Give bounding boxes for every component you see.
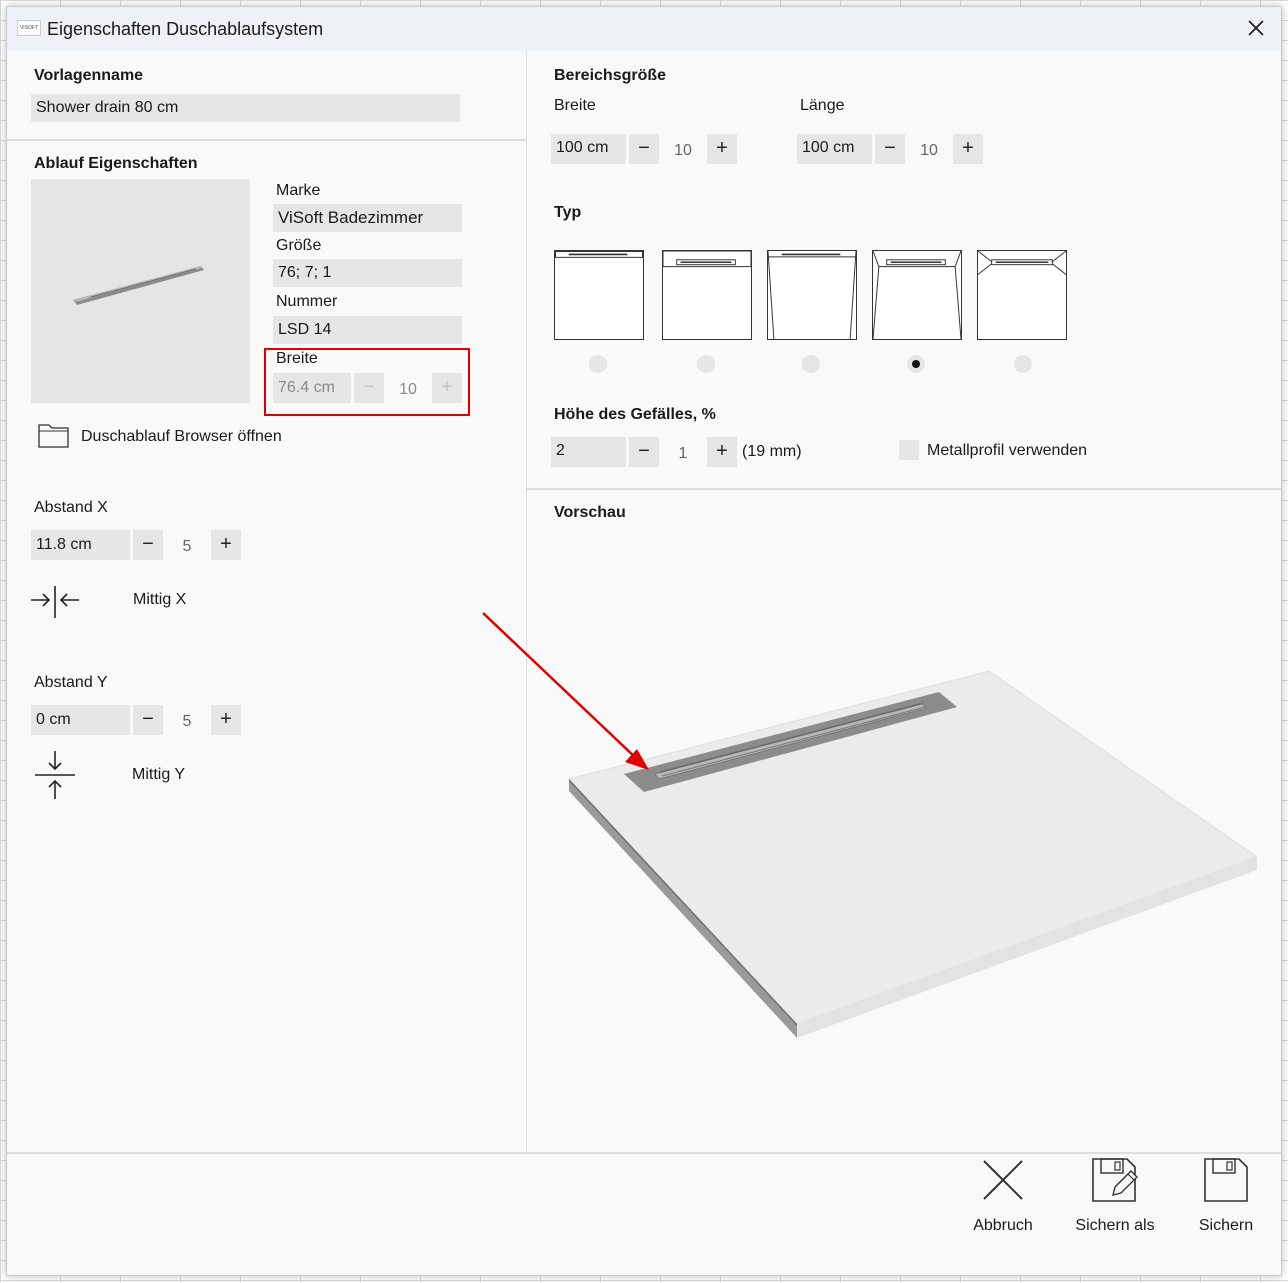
type-radio-5[interactable] (1014, 355, 1032, 373)
area-length-plus-button[interactable]: + (953, 134, 983, 164)
drain-width-label: Breite (276, 350, 318, 367)
slope-input[interactable]: 2 (551, 437, 626, 467)
template-divider (7, 139, 526, 141)
offset-x-input[interactable]: 11.8 cm (31, 530, 130, 560)
save-as-label: Sichern als (1075, 1217, 1155, 1234)
offset-y-minus-button[interactable]: − (133, 705, 163, 735)
save-as-icon (1092, 1158, 1138, 1202)
size-field: 76; 7; 1 (273, 259, 462, 287)
area-width-label: Breite (554, 97, 596, 114)
drain-width-input: 76.4 cm (273, 373, 351, 403)
folder-icon[interactable] (37, 421, 71, 449)
area-width-step: 10 (674, 142, 692, 159)
slope-plus-button[interactable]: + (707, 437, 737, 467)
brand-label: Marke (276, 182, 321, 199)
area-width-plus-button[interactable]: + (707, 134, 737, 164)
metal-profile-label: Metallprofil verwenden (927, 442, 1088, 459)
type-radio-3[interactable] (802, 355, 820, 373)
type-radio-2[interactable] (697, 355, 715, 373)
area-length-label: Länge (800, 97, 845, 114)
type-option-4[interactable] (872, 250, 962, 340)
area-length-minus-button[interactable]: − (875, 134, 905, 164)
footer-divider (7, 1152, 1281, 1154)
close-icon[interactable] (1245, 17, 1267, 39)
offset-x-plus-button[interactable]: + (211, 530, 241, 560)
preview-heading: Vorschau (554, 504, 626, 521)
dialog-window: VISOFT Eigenschaften Duschablaufsystem V… (6, 6, 1282, 1276)
save-disk-icon (1204, 1158, 1248, 1202)
drain-width-minus-button: − (354, 373, 384, 403)
slope-step: 1 (678, 445, 688, 462)
number-label: Nummer (276, 293, 338, 310)
offset-x-step: 5 (182, 538, 192, 555)
save-button[interactable]: Sichern (1176, 1157, 1276, 1235)
title-bar: VISOFT Eigenschaften Duschablaufsystem (7, 7, 1281, 51)
offset-y-plus-button[interactable]: + (211, 705, 241, 735)
area-size-heading: Bereichsgröße (554, 67, 667, 84)
type-option-3[interactable] (767, 250, 857, 340)
type-radio-4-selected[interactable] (907, 355, 925, 373)
open-drain-browser-link[interactable]: Duschablauf Browser öffnen (81, 428, 282, 446)
offset-x-label: Abstand X (34, 499, 108, 516)
drain-properties-heading: Ablauf Eigenschaften (34, 155, 198, 172)
save-label: Sichern (1198, 1217, 1254, 1234)
cancel-x-icon (983, 1160, 1023, 1200)
drain-thumbnail (31, 179, 250, 403)
area-length-input[interactable]: 100 cm (797, 134, 872, 164)
radio-selected-dot (912, 360, 920, 368)
slope-mm-note: (19 mm) (742, 443, 802, 460)
window-title: Eigenschaften Duschablaufsystem (47, 19, 324, 39)
cancel-label: Abbruch (973, 1217, 1033, 1234)
center-x-icon[interactable] (29, 584, 81, 620)
drain-width-step: 10 (399, 381, 417, 398)
slope-heading: Höhe des Gefälles, % (554, 406, 716, 423)
annotation-arrow-icon (482, 612, 649, 770)
drain-width-plus-button: + (432, 373, 462, 403)
metal-profile-checkbox[interactable] (899, 440, 919, 460)
drain-image-icon (73, 266, 204, 305)
area-width-input[interactable]: 100 cm (551, 134, 626, 164)
center-y-icon[interactable] (33, 749, 77, 801)
center-x-label[interactable]: Mittig X (133, 591, 186, 609)
template-name-heading: Vorlagenname (34, 67, 144, 84)
type-option-1[interactable] (554, 250, 644, 340)
offset-y-input[interactable]: 0 cm (31, 705, 130, 735)
brand-field: ViSoft Badezimmer (273, 204, 462, 232)
area-length-step: 10 (920, 142, 938, 159)
size-label: Größe (276, 237, 322, 254)
save-as-button[interactable]: Sichern als (1065, 1157, 1165, 1235)
offset-y-label: Abstand Y (34, 674, 108, 691)
template-name-input[interactable]: Shower drain 80 cm (31, 94, 460, 122)
area-width-minus-button[interactable]: − (629, 134, 659, 164)
type-option-2[interactable] (662, 250, 752, 340)
app-logo: VISOFT (17, 20, 41, 36)
number-field: LSD 14 (273, 316, 462, 344)
type-option-5[interactable] (977, 250, 1067, 340)
preview-divider (527, 488, 1281, 490)
type-heading: Typ (554, 204, 582, 221)
offset-y-step: 5 (182, 713, 192, 730)
cancel-button[interactable]: Abbruch (953, 1157, 1053, 1235)
center-y-label[interactable]: Mittig Y (132, 766, 185, 784)
type-radio-1[interactable] (589, 355, 607, 373)
offset-x-minus-button[interactable]: − (133, 530, 163, 560)
slope-minus-button[interactable]: − (629, 437, 659, 467)
